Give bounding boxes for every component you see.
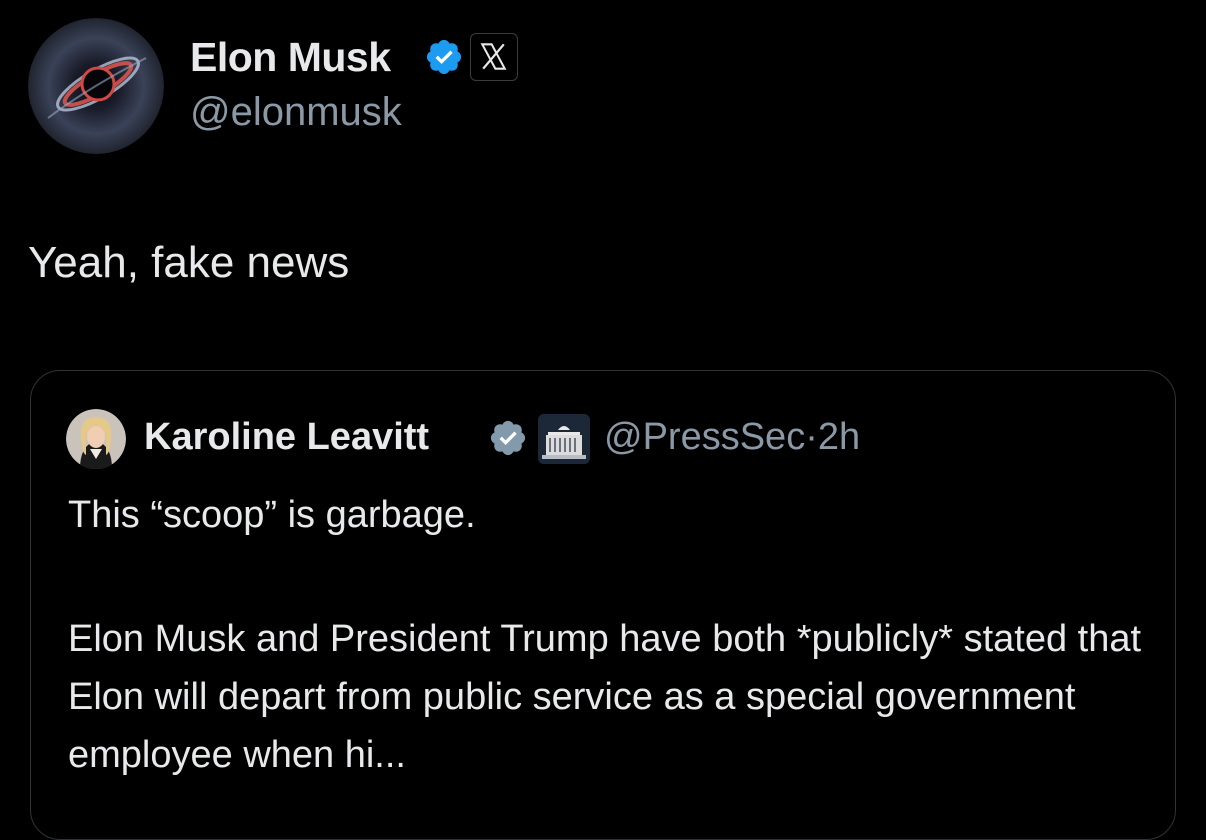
quoted-author-avatar[interactable] — [66, 409, 126, 469]
author-name[interactable]: Elon Musk — [190, 34, 391, 81]
quoted-post-body: Elon Musk and President Trump have both … — [68, 618, 1142, 776]
quoted-post-meta: @PressSec·2h — [604, 416, 860, 459]
verified-badge-icon — [488, 418, 528, 458]
author-avatar[interactable] — [28, 18, 164, 154]
verified-badge-icon — [424, 37, 464, 77]
quoted-author-name[interactable]: Karoline Leavitt — [144, 416, 429, 459]
x-logo-icon — [470, 33, 518, 81]
white-house-icon — [538, 414, 590, 464]
quoted-post-time[interactable]: 2h — [818, 416, 860, 458]
post-text: Yeah, fake news — [28, 238, 350, 287]
quoted-post-first-line: This “scoop” is garbage. — [68, 494, 476, 536]
meta-separator: · — [805, 416, 818, 458]
author-handle[interactable]: @elonmusk — [190, 90, 402, 135]
quoted-author-handle[interactable]: @PressSec — [604, 416, 805, 458]
